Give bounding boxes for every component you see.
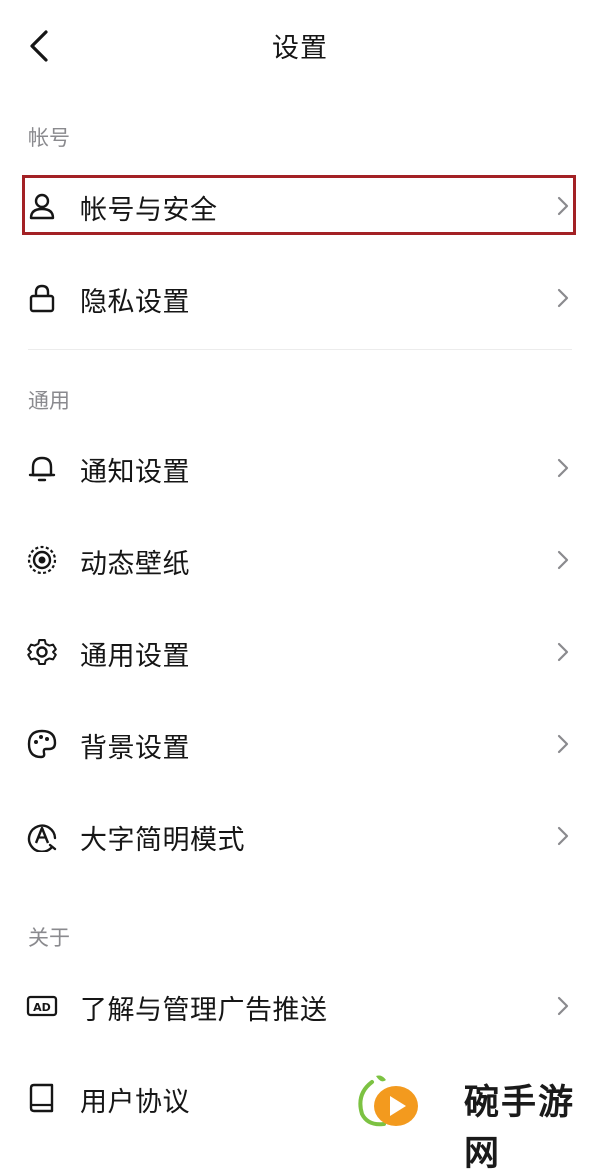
settings-item-general-settings[interactable]: 通用设置: [22, 622, 578, 680]
section-label-account: 帐号: [28, 126, 70, 150]
page-title: 设置: [272, 33, 328, 64]
palette-icon: [27, 729, 57, 759]
large-text-icon: [27, 824, 57, 852]
watermark-text: 碗手游网: [464, 1082, 576, 1174]
gear-icon: [27, 639, 57, 665]
settings-item-label: 大字简明模式: [80, 825, 245, 856]
chevron-right-icon: [557, 288, 569, 308]
watermark-logo-icon: [358, 1075, 418, 1127]
book-icon: [29, 1083, 54, 1113]
chevron-right-icon: [557, 458, 569, 478]
settings-item-live-wallpaper[interactable]: 动态壁纸: [22, 530, 578, 588]
settings-item-label: 动态壁纸: [80, 549, 190, 580]
settings-item-privacy[interactable]: 隐私设置: [22, 268, 578, 326]
settings-item-label: 背景设置: [80, 733, 190, 764]
chevron-right-icon: [557, 734, 569, 754]
header-bar: 设置: [0, 0, 600, 92]
svg-text:AD: AD: [33, 1001, 51, 1014]
ad-icon: AD: [26, 995, 58, 1017]
settings-item-label: 通用设置: [80, 641, 190, 672]
chevron-right-icon: [557, 642, 569, 662]
settings-item-ad-management[interactable]: AD 了解与管理广告推送: [22, 976, 578, 1034]
section-divider: [28, 349, 572, 350]
section-label-general: 通用: [28, 389, 70, 413]
settings-item-background[interactable]: 背景设置: [22, 714, 578, 772]
lock-icon: [29, 284, 55, 313]
settings-item-label: 用户协议: [80, 1087, 190, 1118]
chevron-right-icon: [557, 996, 569, 1016]
settings-item-label: 通知设置: [80, 457, 190, 488]
settings-item-label: 隐私设置: [80, 287, 190, 318]
watermark: 碗手游网: [346, 1068, 600, 1174]
settings-item-notifications[interactable]: 通知设置: [22, 438, 578, 496]
wallpaper-icon: [27, 545, 57, 575]
chevron-right-icon: [557, 550, 569, 570]
settings-item-large-text-mode[interactable]: 大字简明模式: [22, 806, 578, 864]
settings-item-label: 了解与管理广告推送: [80, 995, 328, 1026]
chevron-right-icon: [557, 826, 569, 846]
section-label-about: 关于: [28, 926, 70, 950]
bell-icon: [28, 456, 56, 482]
highlight-box: [22, 175, 576, 235]
